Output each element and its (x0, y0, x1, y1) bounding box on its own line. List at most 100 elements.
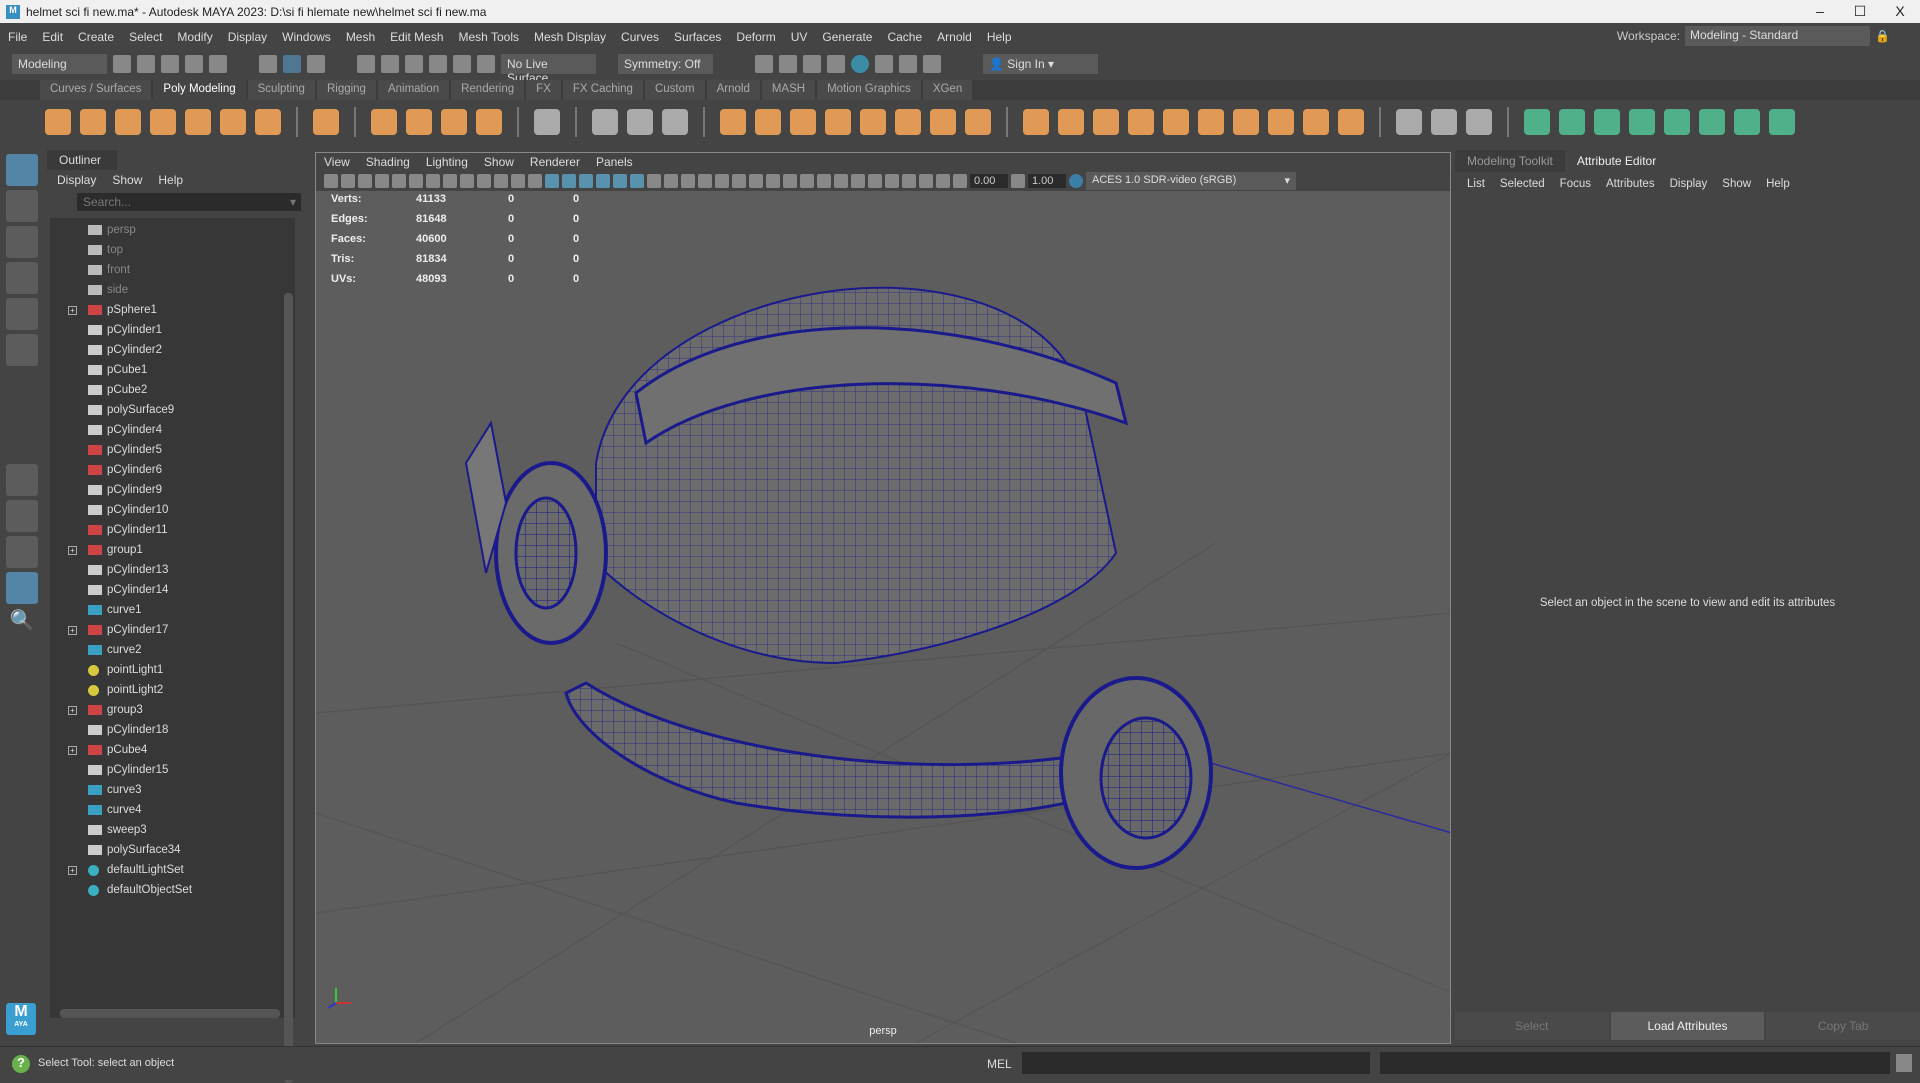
attr-menu-attributes[interactable]: Attributes (1606, 178, 1655, 190)
shelf-tool-icon[interactable] (1769, 109, 1795, 135)
snap-point-icon[interactable] (405, 54, 423, 73)
attr-menu-display[interactable]: Display (1670, 178, 1708, 190)
viewport-tool-icon[interactable] (766, 174, 780, 188)
viewport-tool-icon[interactable] (477, 174, 491, 188)
shelf-tool-icon[interactable] (965, 109, 991, 135)
outliner-item[interactable]: curve4 (50, 800, 295, 820)
viewport-tool-icon[interactable] (664, 174, 678, 188)
menu-uv[interactable]: UV (791, 30, 808, 44)
attr-menu-focus[interactable]: Focus (1560, 178, 1591, 190)
viewport-tool-icon[interactable] (698, 174, 712, 188)
outliner-item[interactable]: pCylinder6 (50, 460, 295, 480)
shelf-tool-icon[interactable] (1699, 109, 1725, 135)
outliner-item[interactable]: pCylinder9 (50, 480, 295, 500)
attr-menu-selected[interactable]: Selected (1500, 178, 1545, 190)
workspace-dropdown[interactable]: Modeling - Standard (1685, 26, 1871, 46)
menu-select[interactable]: Select (129, 30, 162, 44)
shelf-tool-icon[interactable] (115, 109, 141, 135)
shelf-tool-icon[interactable] (1128, 109, 1154, 135)
outliner-item[interactable]: + pSphere1 (50, 300, 295, 320)
outliner-search-input[interactable]: Search... ▾ (77, 193, 301, 211)
expand-icon[interactable]: + (68, 745, 77, 755)
viewport-tool-icon[interactable] (511, 174, 525, 188)
command-line-input[interactable] (1022, 1052, 1370, 1074)
viewport-menu-show[interactable]: Show (484, 155, 514, 169)
viewport-tool-icon[interactable] (375, 174, 389, 188)
viewport-tool-icon[interactable] (715, 174, 729, 188)
shelf-tool-icon[interactable] (45, 109, 71, 135)
viewport-menu-panels[interactable]: Panels (596, 155, 633, 169)
live-surface-field[interactable]: No Live Surface (501, 53, 596, 85)
shelf-tool-icon[interactable] (1594, 109, 1620, 135)
mel-label[interactable]: MEL (987, 1057, 1012, 1071)
viewport-tool-icon[interactable] (885, 174, 899, 188)
outliner-item[interactable]: pointLight1 (50, 660, 295, 680)
viewport-tool-icon[interactable] (953, 174, 967, 188)
redo-icon[interactable] (209, 54, 227, 73)
scale-tool-icon[interactable] (6, 334, 38, 366)
shelf-tool-icon[interactable] (592, 109, 618, 135)
search-icon[interactable]: 🔍 (6, 608, 38, 640)
horizontal-scrollbar[interactable] (60, 1009, 280, 1018)
shelf-tool-icon[interactable] (895, 109, 921, 135)
shelf-tab-arnold[interactable]: Arnold (706, 80, 760, 100)
viewport-tool-icon[interactable] (681, 174, 695, 188)
move-tool-icon[interactable] (6, 262, 38, 294)
outliner-item[interactable]: pCube2 (50, 380, 295, 400)
menu-create[interactable]: Create (78, 30, 114, 44)
outliner-item[interactable]: pCylinder18 (50, 720, 295, 740)
shelf-tool-icon[interactable] (1524, 109, 1550, 135)
shelf-tab-poly-modeling[interactable]: Poly Modeling (153, 80, 246, 100)
outliner-item[interactable]: polySurface9 (50, 400, 295, 420)
shelf-tool-icon[interactable] (755, 109, 781, 135)
viewport-menu-renderer[interactable]: Renderer (530, 155, 580, 169)
attr-menu-show[interactable]: Show (1722, 178, 1751, 190)
shelf-tab-fx-caching[interactable]: FX Caching (562, 80, 643, 100)
outliner-item[interactable]: pCylinder11 (50, 520, 295, 540)
four-view-icon[interactable] (6, 500, 38, 532)
shelf-tool-icon[interactable] (150, 109, 176, 135)
outliner-item[interactable]: curve1 (50, 600, 295, 620)
viewport-tool-icon[interactable] (409, 174, 423, 188)
shelf-tool-icon[interactable] (1338, 109, 1364, 135)
shelf-tool-icon[interactable] (1023, 109, 1049, 135)
menu-display[interactable]: Display (228, 30, 267, 44)
minimize-button[interactable]: – (1800, 0, 1840, 23)
copy-tab-button[interactable]: Copy Tab (1766, 1012, 1920, 1040)
viewport-tool-icon[interactable] (341, 174, 355, 188)
viewport-tool-icon[interactable] (494, 174, 508, 188)
outliner-item[interactable]: curve3 (50, 780, 295, 800)
outliner-item[interactable]: pCylinder4 (50, 420, 295, 440)
outliner-item[interactable]: pCube1 (50, 360, 295, 380)
shelf-tab-mash[interactable]: MASH (761, 80, 816, 100)
close-button[interactable]: X (1880, 0, 1920, 23)
shelf-tool-icon[interactable] (185, 109, 211, 135)
viewport-menu-lighting[interactable]: Lighting (426, 155, 468, 169)
menu-curves[interactable]: Curves (621, 30, 659, 44)
outliner-item[interactable]: pCylinder14 (50, 580, 295, 600)
outliner-item[interactable]: pCylinder13 (50, 560, 295, 580)
menu-cache[interactable]: Cache (887, 30, 922, 44)
shelf-tool-icon[interactable] (1198, 109, 1224, 135)
menu-mesh-tools[interactable]: Mesh Tools (459, 30, 519, 44)
shelf-tool-icon[interactable] (1163, 109, 1189, 135)
expand-icon[interactable]: + (68, 705, 77, 715)
menu-edit-mesh[interactable]: Edit Mesh (390, 30, 443, 44)
shelf-tab-fx[interactable]: FX (526, 80, 561, 100)
menu-windows[interactable]: Windows (282, 30, 331, 44)
shelf-tool-icon[interactable] (220, 109, 246, 135)
expand-icon[interactable]: + (68, 865, 77, 875)
outliner-item[interactable]: side (50, 280, 295, 300)
select-button[interactable]: Select (1455, 1012, 1609, 1040)
viewport-tool-icon[interactable] (868, 174, 882, 188)
viewport-tool-icon[interactable] (834, 174, 848, 188)
shelf-tool-icon[interactable] (1303, 109, 1329, 135)
shelf-tab-motion-graphics[interactable]: Motion Graphics (817, 80, 921, 100)
lasso-tool-icon[interactable] (6, 190, 38, 222)
outliner-menu-display[interactable]: Display (57, 173, 96, 187)
viewport-tool-icon[interactable] (919, 174, 933, 188)
attr-menu-help[interactable]: Help (1766, 178, 1790, 190)
viewport-tool-icon[interactable] (613, 174, 627, 188)
menu-file[interactable]: File (8, 30, 27, 44)
shelf-tab-rigging[interactable]: Rigging (316, 80, 376, 100)
